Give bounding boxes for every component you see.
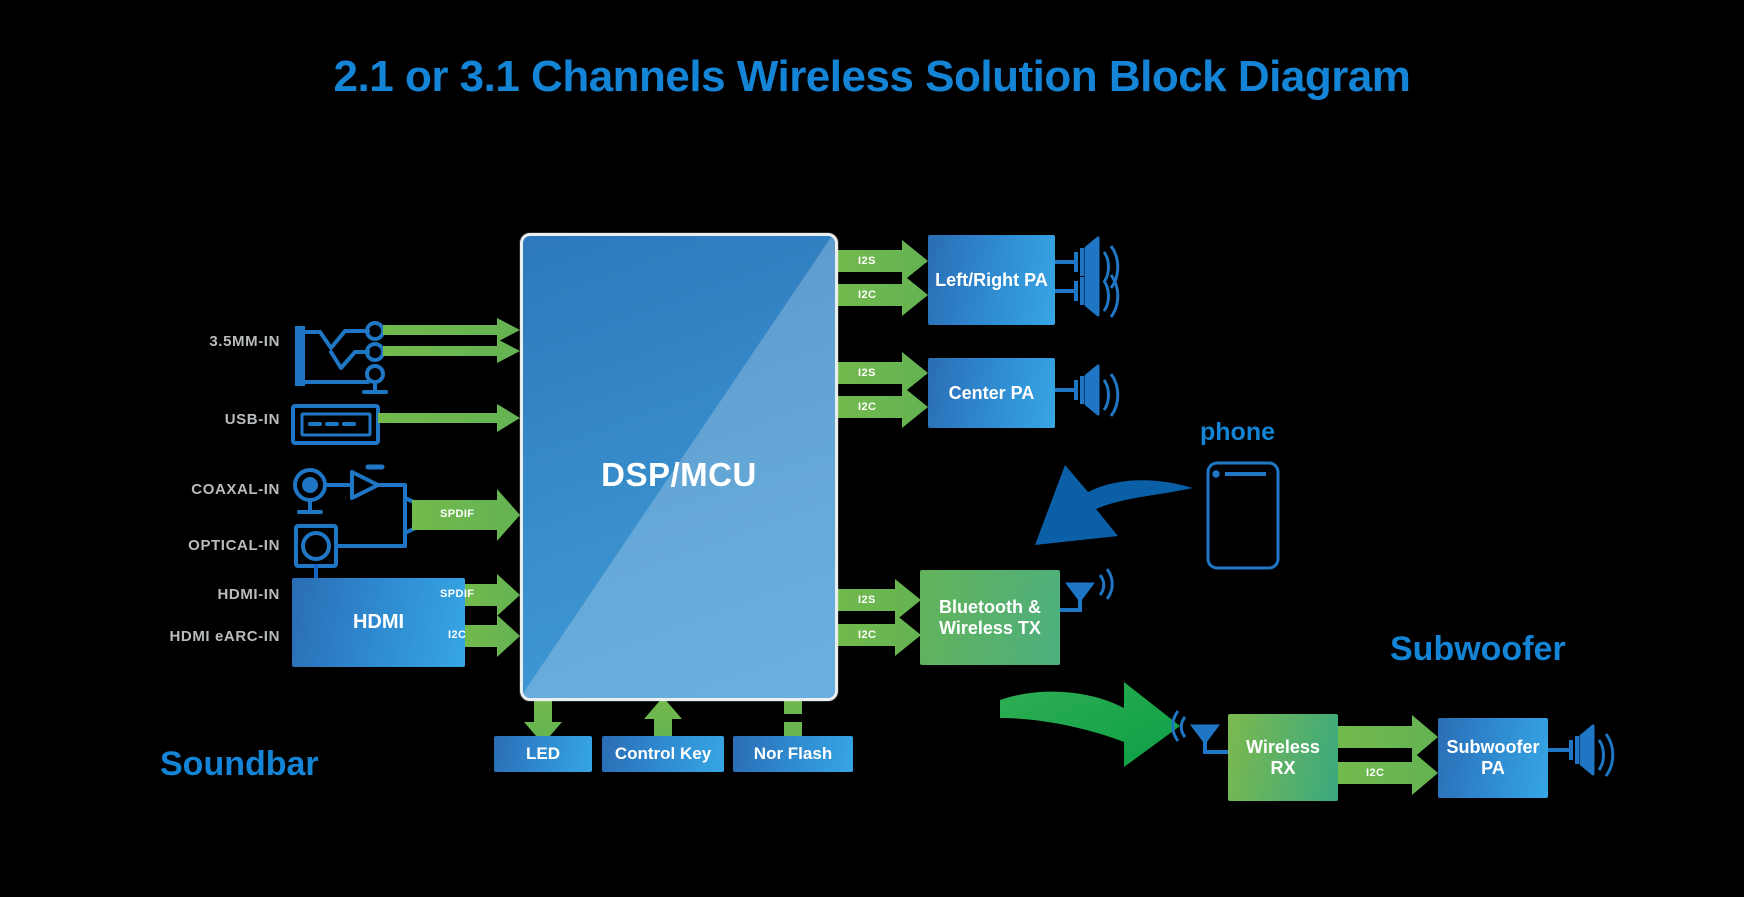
coaxial-jack-icon [293, 464, 407, 517]
input-label-optical: OPTICAL-IN [188, 537, 280, 554]
arrow-spdif-hdmi [465, 574, 520, 616]
input-label-hdmi-earc: HDMI eARC-IN [169, 628, 280, 645]
arrow-usb [378, 404, 520, 432]
control-key-label: Control Key [614, 744, 712, 764]
diagram-canvas: 2.1 or 3.1 Channels Wireless Solution Bl… [0, 0, 1744, 897]
input-label-hdmi: HDMI-IN [217, 586, 280, 603]
speaker-icon [1548, 724, 1615, 777]
led-label: LED [526, 744, 560, 764]
optical-toslink-icon [294, 514, 407, 582]
nor-flash-label: Nor Flash [753, 744, 833, 764]
left-right-pa-block[interactable]: Left/Right PA [928, 235, 1055, 325]
bluetooth-tx-label-line2: Wireless TX [939, 617, 1041, 638]
subwoofer-pa-block[interactable]: Subwoofer PA [1438, 718, 1548, 798]
jack-3p5mm-icon [295, 321, 388, 394]
arrow-3p5mm-a [383, 318, 520, 342]
arrow-i2c-sub [1338, 751, 1438, 795]
control-key-block[interactable]: Control Key [602, 736, 724, 772]
arrow-i2s-bt [835, 579, 921, 621]
dsp-mcu-label: DSP/MCU [601, 456, 757, 494]
curved-arrow-blue-icon [1035, 465, 1193, 545]
curved-arrow-green-icon [1000, 682, 1180, 767]
subwoofer-pa-label-line1: Subwoofer [1446, 737, 1540, 758]
hdmi-label: HDMI [352, 611, 405, 633]
speaker-icon [1055, 364, 1120, 417]
antenna-icon [1060, 568, 1114, 612]
subwoofer-pa-label-line2: PA [1481, 758, 1505, 778]
subwoofer-section-heading: Subwoofer [1390, 630, 1566, 668]
input-label-usb: USB-IN [224, 411, 280, 428]
input-label-3p5mm: 3.5MM-IN [209, 333, 280, 350]
arrow-spdif-coax [412, 489, 520, 541]
wireless-rx-label-line2: RX [1270, 757, 1296, 778]
arrow-audio-sub [1338, 715, 1438, 759]
input-label-coaxal: COAXAL-IN [191, 481, 280, 498]
wifi-waves-icon [1098, 568, 1114, 600]
arrow-i2s-center [835, 352, 928, 394]
phone-label: phone [1200, 418, 1275, 446]
usb-port-icon [291, 404, 380, 445]
led-block[interactable]: LED [494, 736, 592, 772]
bluetooth-wireless-tx-block[interactable]: Bluetooth & Wireless TX [920, 570, 1060, 665]
arrow-i2c-lr [835, 274, 928, 316]
left-right-pa-label: Left/Right PA [935, 269, 1048, 290]
phone-outline-icon [1206, 461, 1280, 570]
center-pa-block[interactable]: Center PA [928, 358, 1055, 428]
center-pa-label: Center PA [948, 382, 1035, 403]
arrow-3p5mm-b [383, 339, 520, 363]
dsp-mcu-block[interactable]: DSP/MCU [520, 233, 838, 701]
hdmi-block[interactable]: HDMI [292, 578, 465, 667]
wireless-rx-label-line1: Wireless [1246, 736, 1320, 757]
nor-flash-block[interactable]: Nor Flash [733, 736, 853, 772]
arrow-i2c-center [835, 386, 928, 428]
arrow-i2c-hdmi [465, 615, 520, 657]
arrow-i2c-bt [835, 614, 921, 656]
wireless-rx-block[interactable]: Wireless RX [1228, 714, 1338, 801]
soundbar-section-heading: Soundbar [160, 745, 319, 783]
bluetooth-tx-label-line1: Bluetooth & [939, 596, 1041, 617]
arrow-i2s-lr [835, 240, 928, 282]
antenna-icon [1171, 710, 1228, 754]
